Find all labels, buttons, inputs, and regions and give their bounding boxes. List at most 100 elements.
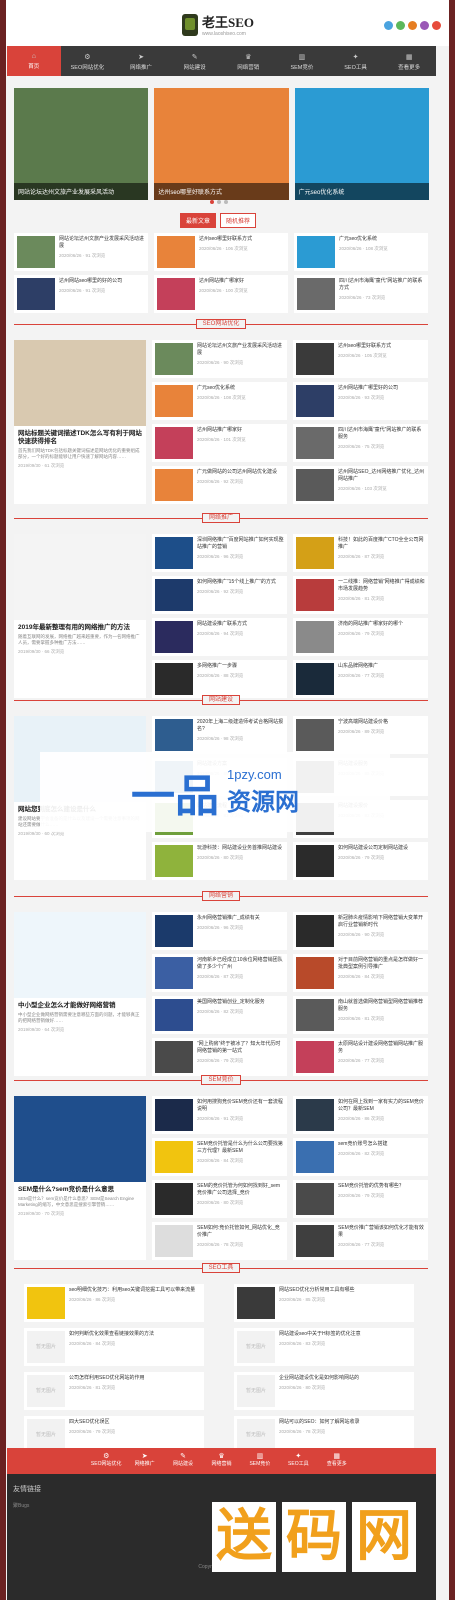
article-thumbnail[interactable]: 暂无图片 [237,1375,275,1407]
article-thumbnail[interactable]: 暂无图片 [237,1419,275,1451]
article-title[interactable]: 如何用搜狗竞价SEM竞价还有一套流程说明 [197,1099,284,1113]
social-icon[interactable] [420,21,429,30]
slider-dot[interactable] [210,200,214,204]
feature-article[interactable]: 网站标题关键词描述TDK怎么写有利于网站快速获得排名 首先我们网站TDK包括标题关… [14,340,146,504]
article-thumbnail[interactable] [297,278,335,310]
section-title-label[interactable]: SEM竞价 [201,1075,241,1085]
article-thumbnail[interactable] [296,469,334,501]
article-thumbnail[interactable] [297,236,335,268]
tab-random[interactable]: 随机推荐 [220,213,257,228]
article-thumbnail[interactable] [296,845,334,877]
article-thumbnail[interactable]: 暂无图片 [237,1331,275,1363]
article-card[interactable]: 达州seo哪里好联系方式 2020/06/26 · 106 次浏览 [154,233,288,271]
article-thumbnail[interactable] [17,278,55,310]
article-thumbnail[interactable] [155,469,193,501]
article-thumbnail[interactable] [296,343,334,375]
nav-item-3[interactable]: ✎ 网站建设 [168,46,222,76]
article-title[interactable]: 济南的网站推广哪家好的哪个 [338,621,403,628]
article-thumbnail[interactable] [296,385,334,417]
article-title[interactable]: 南山就首选做网络营销型网络营销推荐服务 [338,999,425,1013]
footer-nav-item[interactable]: ▦ 查看更多 [318,1448,356,1474]
article-thumbnail[interactable] [155,579,193,611]
article-title[interactable]: 深圳网络推广”百度网站推广如何实现整站推广的营销 [197,537,284,551]
article-title[interactable]: 四川达州市海鹰“童代”网站推广的联系方式 [339,278,425,292]
article-thumbnail[interactable] [157,236,195,268]
nav-item-2[interactable]: ➤ 网络推广 [114,46,168,76]
article-card[interactable]: 网站建设推广联系方式 2020/06/26 · 94 次浏览 [152,618,287,656]
article-card[interactable]: SEM竞价推广营销该如何优化才能有效果 2020/06/26 · 77 次浏览 [293,1222,428,1260]
article-card[interactable]: 一二线推：网络营销”网络推广得成绩和市场发展趋势 2020/06/26 · 81 … [293,576,428,614]
article-thumbnail[interactable] [296,663,334,695]
nav-item-5[interactable]: ▥ SEM竞价 [275,46,329,76]
article-card[interactable]: 四川达州市海鹰“童代”网站推广的联系服务 2020/06/26 · 75 次浏览 [293,424,428,462]
article-thumbnail[interactable] [296,1225,334,1257]
article-title[interactable]: 新冠肺炎疫情影响下网络营销大变革开启行业营销新时代 [338,915,425,929]
slider-dot[interactable] [217,200,221,204]
article-card[interactable]: 达州网站推广哪家好 2020/06/26 · 101 次浏览 [152,424,287,462]
article-thumbnail[interactable] [296,579,334,611]
footer-nav-item[interactable]: ♛ 网络营销 [202,1448,240,1474]
article-card[interactable]: SEM竞价托管的优势有哪些？ 2020/06/26 · 79 次浏览 [293,1180,428,1218]
article-title[interactable]: 网站建设推广联系方式 [197,621,247,628]
feature-image[interactable] [14,534,146,620]
section-title-label[interactable]: SEO工具 [201,1263,241,1273]
footer-nav-item[interactable]: ✦ SEO工具 [279,1448,317,1474]
slider-dot[interactable] [224,200,228,204]
article-title[interactable]: 广元做网站的公司达州网站优化建设 [197,469,277,476]
article-title[interactable]: 四大SEO优化误区 [69,1419,115,1426]
feature-article[interactable]: 2019年最新整理有用的网络推广的方法 随着互联网的发展，网络推广越来越重要，作为… [14,534,146,698]
article-thumbnail[interactable] [296,999,334,1031]
article-card[interactable]: 美国网络营销创业_定制化服务 2020/06/26 · 82 次浏览 [152,996,287,1034]
article-thumbnail[interactable] [155,427,193,459]
footer-nav-item[interactable]: ✎ 网站建设 [164,1448,202,1474]
article-card[interactable]: SEM如何:竞价托管如何_网站优化_竞价推广 2020/06/26 · 78 次浏… [152,1222,287,1260]
article-card[interactable]: 对于目前网络营销的重点是怎样做好一批典型案例引导推广 2020/06/26 · 8… [293,954,428,992]
article-title[interactable]: 网站论坛达州文旅产业发展采风活动进展 [59,236,145,250]
article-card[interactable]: 如何用搜狗竞价SEM竞价还有一套流程说明 2020/06/26 · 91 次浏览 [152,1096,287,1134]
feature-article[interactable]: SEM是什么?sem竞价是什么意思 SEM是什么？sem竞价是什么意思？SEM是S… [14,1096,146,1260]
article-title[interactable]: 达州网站推广哪里好的公司 [338,385,398,392]
article-thumbnail[interactable] [155,1041,193,1073]
article-card[interactable]: 如何在网上找到一家有实力的SEM竞价公司？最新SEM 2020/06/26 · 8… [293,1096,428,1134]
article-title[interactable]: 如何网站建设公司定制网站建设 [338,845,408,852]
article-thumbnail[interactable] [296,719,334,751]
article-title[interactable]: sem竞价账号怎么搭建 [338,1141,387,1148]
article-title[interactable]: seo明细优化技巧：利用seo关键词挖掘工具可以带来流量 [69,1287,195,1294]
nav-item-1[interactable]: ⚙ SEO网站优化 [61,46,115,76]
article-card[interactable]: SEM竞价托管是什么为什么公司要找第三方代理？最新SEM 2020/06/26 ·… [152,1138,287,1176]
site-logo[interactable]: 老王SEO www.laoshiseo.com [182,12,254,37]
article-title[interactable]: 美国网络营销创业_定制化服务 [197,999,265,1006]
article-title[interactable]: SEM竞价托管是什么为什么公司要找第三方代理？最新SEM [197,1141,284,1155]
article-card[interactable]: 达州网站SEO_达州网络推广优化_达州网站推广 2020/06/26 · 103 … [293,466,428,504]
article-card[interactable]: 科技！如此的百度推广CTO全全公司网推广 2020/06/26 · 87 次浏览 [293,534,428,572]
nav-item-6[interactable]: ✦ SEO工具 [329,46,383,76]
article-title[interactable]: 2020年上海二级建造师考试合格网站报名? [197,719,284,733]
footer-nav-item[interactable]: ▥ SEM竞价 [241,1448,279,1474]
article-title[interactable]: 多网络推广一步骤 [197,663,243,670]
article-card[interactable]: 新冠肺炎疫情影响下网络营销大变革开启行业营销新时代 2020/06/26 · 90… [293,912,428,950]
article-title[interactable]: SEM如何:竞价托管如何_网站优化_竞价推广 [197,1225,284,1239]
social-icon[interactable] [396,21,405,30]
nav-item-0[interactable]: ⌂ 首页 [7,46,61,76]
article-card[interactable]: 暂无图片 网站建设seo中关于H标签的优化注意 2020/06/26 · 83 次浏… [234,1328,414,1366]
footer-nav-item[interactable]: ⚙ SEO网站优化 [87,1448,125,1474]
article-thumbnail[interactable] [155,1183,193,1215]
article-title[interactable]: 四川达州市海鹰“童代”网站推广的联系服务 [338,427,425,441]
article-card[interactable]: 宁波高端网站建设价格 2020/06/26 · 89 次浏览 [293,716,428,754]
article-card[interactable]: 如何网站建设公司定制网站建设 2020/06/26 · 79 次浏览 [293,842,428,880]
article-card[interactable]: 山东品牌网络推广 2020/06/26 · 77 次浏览 [293,660,428,698]
article-title[interactable]: 太原网站设计建设网络营销网站推广服务 [338,1041,425,1055]
article-card[interactable]: 广元做网站的公司达州网站优化建设 2020/06/26 · 92 次浏览 [152,466,287,504]
article-thumbnail[interactable] [155,537,193,569]
article-title[interactable]: 企业网站建设优化是如何影响网站的 [279,1375,359,1382]
article-thumbnail[interactable]: 暂无图片 [27,1419,65,1451]
article-card[interactable]: 玩游科技：网站建设业务首推网站建设 2020/06/26 · 80 次浏览 [152,842,287,880]
article-title[interactable]: 广元seo优化系统 [339,236,388,243]
article-card[interactable]: seo明细优化技巧：利用seo关键词挖掘工具可以带来流量 2020/06/26 ·… [24,1284,204,1322]
article-title[interactable]: 达州seo哪里好联系方式 [199,236,252,243]
nav-item-4[interactable]: ♛ 网络营销 [222,46,276,76]
article-title[interactable]: SEM竞价托管的优势有哪些？ [338,1183,404,1190]
article-card[interactable]: 济南的网站推广哪家好的哪个 2020/06/26 · 79 次浏览 [293,618,428,656]
feature-image[interactable] [14,1096,146,1182]
article-title[interactable]: 玩游科技：网站建设业务首推网站建设 [197,845,282,852]
